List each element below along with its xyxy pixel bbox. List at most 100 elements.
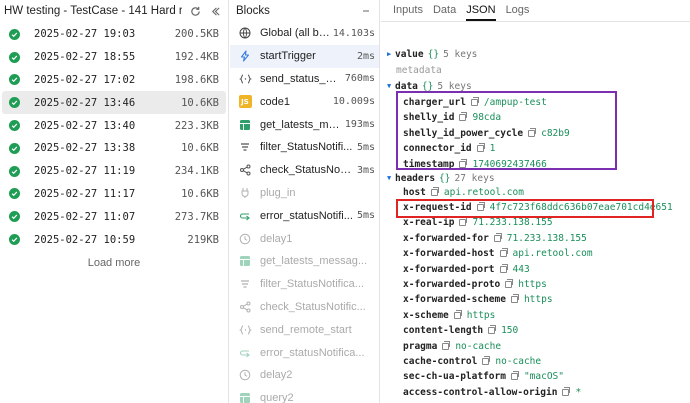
tab-data[interactable]: Data — [433, 4, 456, 21]
block-item[interactable]: JS code1 10.009s — [230, 90, 379, 113]
block-item[interactable]: get_latests_messag... — [230, 250, 379, 273]
json-field-row[interactable]: x-forwarded-port 443 — [403, 261, 530, 277]
success-check-icon — [9, 51, 20, 63]
tab-logs[interactable]: Logs — [506, 4, 530, 21]
block-item[interactable]: delay2 — [230, 364, 379, 387]
load-more-button[interactable]: Load more — [0, 257, 228, 269]
copy-icon[interactable] — [499, 248, 508, 258]
metadata-node[interactable]: metadata — [396, 62, 442, 78]
value-braces: {} — [427, 48, 440, 60]
block-item[interactable]: filter_StatusNotifi... 5ms — [230, 136, 379, 159]
block-item[interactable]: delay1 — [230, 227, 379, 250]
table-icon — [238, 391, 252, 403]
run-row[interactable]: 2025-02-27 11:07 273.7KB — [2, 205, 226, 228]
branch-icon — [238, 300, 252, 314]
data-highlight-box — [396, 91, 617, 170]
copy-icon[interactable] — [510, 371, 519, 381]
json-value: https — [518, 278, 547, 290]
json-field-row[interactable]: x-forwarded-scheme https — [403, 292, 553, 308]
block-item[interactable]: filter_StatusNotifica... — [230, 273, 379, 296]
lightning-icon — [238, 49, 252, 63]
viewer-tabs: Inputs Data JSON Logs — [381, 0, 690, 22]
json-value: 150 — [501, 325, 519, 337]
success-check-icon — [9, 97, 20, 109]
json-value: api.retool.com — [443, 186, 524, 198]
block-item[interactable]: send_status_no... 760ms — [230, 68, 379, 91]
copy-icon[interactable] — [453, 309, 462, 319]
json-field-row[interactable]: x-forwarded-host api.retool.com — [403, 246, 593, 262]
tab-inputs[interactable]: Inputs — [393, 4, 423, 21]
json-field-row[interactable]: x-scheme https — [403, 307, 495, 323]
tab-json[interactable]: JSON — [466, 4, 496, 21]
run-row[interactable]: 2025-02-27 10:59 219KB — [2, 228, 226, 251]
json-value: https — [466, 309, 496, 321]
block-item[interactable]: startTrigger 2ms — [230, 44, 379, 68]
copy-icon[interactable] — [499, 263, 508, 273]
block-item[interactable]: check_StatusNotific... — [230, 296, 379, 319]
json-field-row[interactable]: pragma no-cache — [403, 338, 501, 354]
copy-icon[interactable] — [488, 325, 497, 335]
run-row[interactable]: 2025-02-27 11:19 234.1KB — [2, 160, 226, 183]
blocks-title: Blocks — [236, 5, 270, 17]
block-item[interactable]: Global (all bloc...14.103s — [230, 22, 379, 45]
success-check-icon — [9, 74, 20, 86]
json-value: 71.233.138.155 — [472, 217, 553, 229]
run-row[interactable]: 2025-02-27 18:55 192.4KB — [2, 46, 226, 69]
json-field-row[interactable]: x-forwarded-proto https — [403, 276, 547, 292]
run-row[interactable]: 2025-02-27 11:17 10.6KB — [2, 183, 226, 206]
copy-icon[interactable] — [482, 355, 491, 365]
code-braces-icon — [238, 72, 252, 86]
copy-icon[interactable] — [493, 232, 502, 242]
run-row[interactable]: 2025-02-27 19:03 200.5KB — [2, 23, 226, 46]
success-check-icon — [9, 120, 20, 132]
block-name: delay2 — [260, 369, 293, 382]
value-key: value — [395, 48, 424, 60]
run-timestamp: 2025-02-27 10:59 — [34, 233, 136, 246]
json-field-row[interactable]: access-control-allow-origin * — [403, 384, 581, 400]
json-field-row[interactable]: sec-ch-ua-platform "macOS" — [403, 369, 564, 385]
globe-icon — [238, 26, 252, 40]
run-row[interactable]: 2025-02-27 13:38 10.6KB — [2, 137, 226, 160]
block-item[interactable]: error_statusNotifica... — [230, 341, 379, 364]
value-node[interactable]: ▶ value {} 5 keys — [387, 46, 477, 62]
refresh-icon[interactable] — [188, 4, 202, 18]
collapse-panel-icon[interactable] — [208, 4, 222, 18]
json-value: https — [523, 294, 553, 306]
copy-icon[interactable] — [505, 278, 514, 288]
collapse-arrow-icon[interactable]: ▼ — [387, 174, 395, 182]
json-field-row[interactable]: host api.retool.com — [403, 184, 524, 200]
run-size: 219KB — [187, 233, 219, 246]
block-item[interactable]: get_latests_me... 193ms — [230, 113, 379, 136]
block-item[interactable]: check_StatusNotifi... 3ms — [230, 159, 379, 182]
json-key: cache-control — [403, 355, 478, 367]
run-row[interactable]: 2025-02-27 13:40 223.3KB — [2, 114, 226, 137]
json-value: no-cache — [495, 355, 542, 367]
copy-icon[interactable] — [459, 217, 468, 227]
copy-icon[interactable] — [430, 186, 439, 196]
copy-icon[interactable] — [562, 386, 571, 396]
success-check-icon — [9, 234, 20, 246]
json-field-row[interactable]: cache-control no-cache — [403, 353, 541, 369]
block-item[interactable]: plug_in — [230, 182, 379, 205]
run-row[interactable]: 2025-02-27 13:46 10.6KB — [2, 91, 226, 115]
block-item[interactable]: send_remote_start — [230, 318, 379, 341]
json-key: x-real-ip — [403, 217, 455, 229]
copy-icon[interactable] — [510, 294, 519, 304]
run-size: 10.6KB — [181, 142, 219, 155]
block-item[interactable]: error_statusNotifi... 5ms — [230, 204, 379, 227]
expand-arrow-icon[interactable]: ▶ — [387, 50, 395, 58]
block-item[interactable]: query2 — [230, 387, 379, 403]
block-name: query2 — [260, 392, 294, 403]
json-field-row[interactable]: content-length 150 — [403, 323, 518, 339]
minimize-icon[interactable] — [359, 4, 373, 18]
json-key: x-scheme — [403, 309, 449, 321]
json-field-row[interactable]: x-forwarded-for 71.233.138.155 — [403, 230, 587, 246]
block-duration: 10.009s — [332, 96, 375, 108]
collapse-arrow-icon[interactable]: ▼ — [387, 82, 395, 90]
copy-icon[interactable] — [442, 340, 451, 350]
blocks-panel: Blocks Global (all bloc...14.103sstartTr… — [230, 0, 380, 403]
error-arrow-icon — [238, 346, 252, 360]
run-row[interactable]: 2025-02-27 17:02 198.6KB — [2, 69, 226, 92]
block-name: get_latests_me... — [260, 118, 342, 131]
headers-braces: {} — [439, 172, 451, 184]
